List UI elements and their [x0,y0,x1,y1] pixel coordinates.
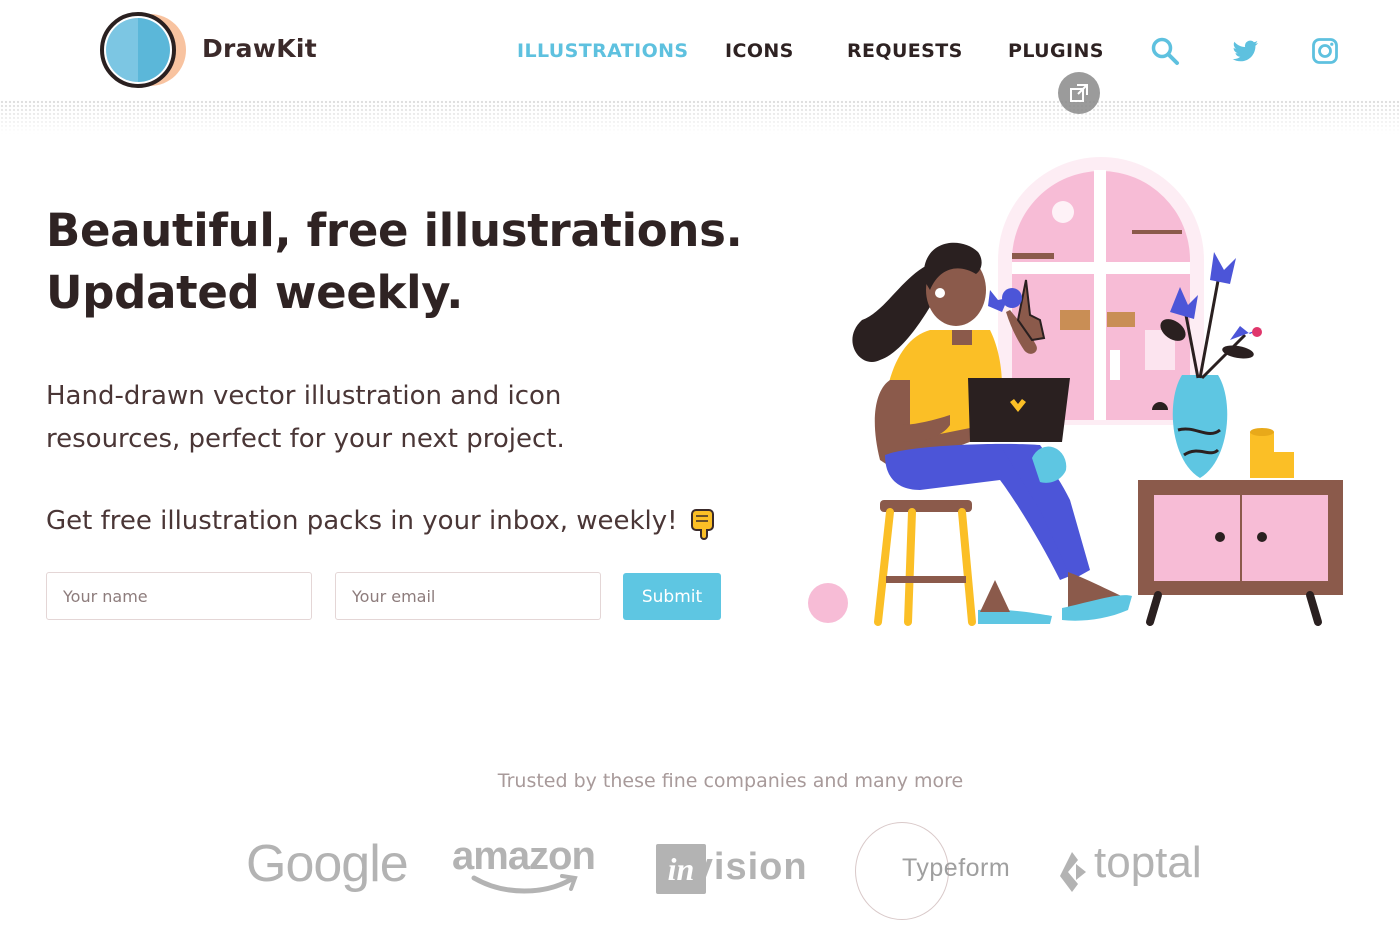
toptal-mark-icon [1060,852,1086,892]
nav-icons[interactable]: ICONS [725,40,794,62]
subtitle-line-2: resources, perfect for your next project… [46,424,565,454]
amazon-logo: amazon [452,834,596,894]
twitter-icon[interactable] [1230,36,1260,66]
newsletter-cta: Get free illustration packs in your inbo… [46,506,678,536]
trusted-heading: Trusted by these fine companies and many… [497,770,964,792]
hero-illustration [808,157,1343,626]
amazon-smile-icon [471,874,578,894]
title-line-1: Beautiful, free illustrations. [46,204,743,257]
toptal-logo-text: toptal [1094,838,1202,887]
invision-logo: invision in [656,844,808,894]
instagram-icon[interactable] [1310,36,1340,66]
header-shadow [0,100,1400,134]
email-input[interactable] [335,572,601,620]
search-icon[interactable] [1150,36,1180,66]
title-line-2: Updated weekly. [46,266,464,319]
google-logo: Google [246,835,409,893]
external-link-icon[interactable] [1058,72,1100,114]
submit-button[interactable]: Submit [623,573,721,620]
drawkit-logo-icon[interactable] [98,12,188,88]
page-title: Beautiful, free illustrations. Updated w… [46,200,786,324]
typeform-logo: Typeform [902,854,1011,882]
hero-subtitle: Hand-drawn vector illustration and icon … [46,375,686,461]
pointing-down-hand-icon [691,509,714,540]
brand-name[interactable]: DrawKit [202,34,317,63]
site-header: DrawKit ILLUSTRATIONS ICONS REQUESTS PLU… [0,0,1400,100]
nav-illustrations[interactable]: ILLUSTRATIONS [517,40,689,62]
invision-badge: in [656,844,706,894]
subtitle-line-1: Hand-drawn vector illustration and icon [46,381,562,411]
nav-requests[interactable]: REQUESTS [847,40,963,62]
nav-plugins[interactable]: PLUGINS [1008,40,1104,62]
name-input[interactable] [46,572,312,620]
amazon-logo-text: amazon [452,834,596,878]
